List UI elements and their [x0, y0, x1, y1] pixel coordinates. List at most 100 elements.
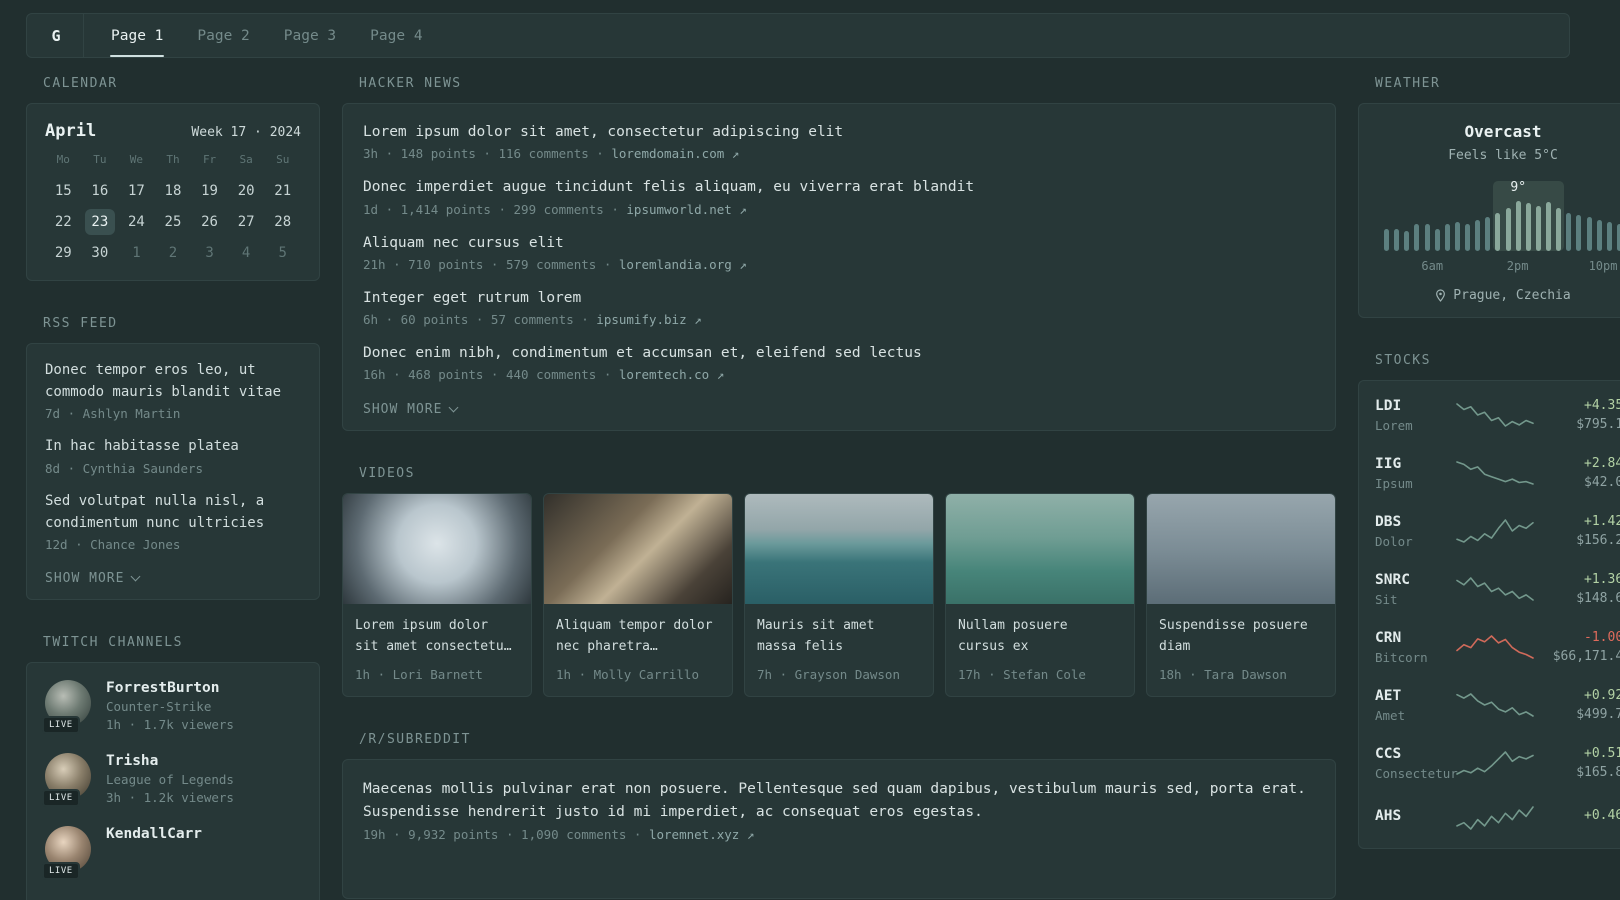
twitch-channel[interactable]: LIVE Trisha League of Legends 3h · 1.2k …: [42, 753, 301, 808]
weather-bar: [1404, 231, 1410, 251]
stock-sparkline: [1455, 401, 1535, 429]
hn-item-meta: 16h · 468 points · 440 comments · loremt…: [363, 367, 1315, 382]
app-logo[interactable]: G: [39, 14, 73, 57]
calendar-day: 26: [201, 214, 218, 230]
video-title[interactable]: Aliquam tempor dolor nec pharetra…: [556, 616, 720, 658]
rss-item-title[interactable]: Donec tempor eros leo, ut commodo mauris…: [45, 360, 301, 403]
weather-bar: [1444, 224, 1450, 251]
video-card[interactable]: Aliquam tempor dolor nec pharetra… 1h · …: [543, 493, 733, 698]
video-card[interactable]: Mauris sit amet massa felis 7h · Grayson…: [744, 493, 934, 698]
video-title[interactable]: Lorem ipsum dolor sit amet consectetu…: [355, 616, 519, 658]
rss-item: In hac habitasse platea 8d · Cynthia Sau…: [45, 436, 301, 476]
hn-item-title[interactable]: Donec enim nibh, condimentum et accumsan…: [363, 343, 1315, 363]
calendar-day: 18: [164, 183, 182, 199]
channel-meta: 1h · 1.7k viewers: [106, 717, 234, 733]
stock-price: $795.18: [1576, 417, 1620, 432]
tab-page-1[interactable]: Page 1: [94, 14, 180, 57]
stock-symbol: AET: [1375, 687, 1402, 704]
video-title[interactable]: Nullam posuere cursus ex: [958, 616, 1122, 658]
external-link-icon: ↗: [739, 201, 747, 217]
stock-row[interactable]: DBS Dolor +1.42% $156.28: [1359, 502, 1620, 560]
video-thumbnail[interactable]: [745, 494, 933, 605]
calendar-day: 2: [168, 245, 178, 261]
hn-show-more-button[interactable]: SHOW MORE: [363, 402, 459, 418]
calendar-day: 5: [278, 245, 287, 261]
videos-widget: VIDEOS Lorem ipsum dolor sit amet consec…: [342, 466, 1336, 698]
stock-row[interactable]: CRN Bitcorn -1.00% $66,171.48: [1359, 618, 1620, 676]
channel-name[interactable]: ForrestBurton: [106, 680, 234, 696]
hn-item-domain[interactable]: loremdomain.com ↗: [611, 146, 739, 161]
weather-bar: [1566, 213, 1572, 251]
subreddit-post-title[interactable]: Maecenas mollis pulvinar erat non posuer…: [363, 778, 1315, 823]
weather-bar: [1485, 217, 1491, 251]
hn-item-domain[interactable]: ipsumworld.net ↗: [626, 202, 746, 217]
hn-show-more-label: SHOW MORE: [363, 402, 443, 418]
stock-row[interactable]: SNRC Sit +1.36% $148.64: [1359, 560, 1620, 618]
weather-bar: [1606, 222, 1612, 251]
stock-row[interactable]: AET Amet +0.92% $499.72: [1359, 676, 1620, 734]
stock-price: $499.72: [1576, 707, 1620, 722]
weather-condition: Overcast: [1464, 122, 1542, 141]
middle-column: HACKER NEWS Lorem ipsum dolor sit amet, …: [342, 76, 1336, 900]
subreddit-widget: /R/SUBREDDIT Maecenas mollis pulvinar er…: [342, 732, 1336, 900]
calendar-day: 17: [127, 183, 145, 199]
stock-symbol: CCS: [1375, 745, 1402, 762]
calendar-grid: Mo Tu We Th Fr Sa Su 15 16 17 18 19 20 2…: [45, 153, 301, 266]
video-thumbnail[interactable]: [544, 494, 732, 605]
calendar-day: 30: [91, 245, 109, 261]
video-card[interactable]: Lorem ipsum dolor sit amet consectetu… 1…: [342, 493, 532, 698]
twitch-channel[interactable]: LIVE ForrestBurton Counter-Strike 1h · 1…: [42, 680, 301, 735]
video-thumbnail[interactable]: [343, 494, 531, 605]
external-link-icon: ↗: [746, 827, 755, 843]
calendar-day-header: Th: [166, 153, 180, 166]
stocks-card: LDI Lorem +4.35% $795.18 IIG Ipsum: [1358, 380, 1620, 849]
twitch-channel-info: Trisha League of Legends 3h · 1.2k viewe…: [106, 753, 234, 805]
hn-item-domain[interactable]: ipsumify.biz ↗: [596, 312, 701, 327]
rss-item-title[interactable]: In hac habitasse platea: [45, 436, 301, 458]
tab-page-4[interactable]: Page 4: [353, 14, 439, 57]
hn-item-title[interactable]: Lorem ipsum dolor sit amet, consectetur …: [363, 122, 1315, 142]
hn-item-domain[interactable]: loremtech.co ↗: [619, 367, 724, 382]
subreddit-post-domain[interactable]: loremnet.xyz ↗: [649, 827, 754, 842]
video-thumbnail[interactable]: [946, 494, 1134, 605]
video-title[interactable]: Suspendisse posuere diam: [1159, 616, 1323, 658]
video-card[interactable]: Nullam posuere cursus ex 17h · Stefan Co…: [945, 493, 1135, 698]
external-link-icon: ↗: [739, 256, 747, 272]
calendar-header: April Week 17 · 2024: [45, 121, 301, 141]
stock-values: +0.51% $165.84: [1535, 746, 1620, 780]
weather-time-label: 6am: [1421, 259, 1444, 273]
channel-name[interactable]: KendallCarr: [106, 826, 202, 842]
rss-item-meta: 7d · Ashlyn Martin: [45, 406, 181, 422]
rss-item-title[interactable]: Sed volutpat nulla nisl, a condimentum n…: [45, 491, 301, 534]
tab-page-3[interactable]: Page 3: [267, 14, 353, 57]
stocks-section-label: STOCKS: [1375, 353, 1431, 368]
video-card[interactable]: Suspendisse posuere diam 18h · Tara Daws…: [1146, 493, 1336, 698]
calendar-day: 22: [54, 214, 72, 230]
hn-item-title[interactable]: Donec imperdiet augue tincidunt felis al…: [363, 177, 1315, 197]
stock-row[interactable]: IIG Ipsum +2.84% $42.04: [1359, 444, 1620, 502]
stock-values: +4.35% $795.18: [1535, 398, 1620, 432]
calendar-day-header: Mo: [56, 153, 70, 166]
calendar-day: 19: [201, 183, 218, 199]
weather-bar: [1454, 222, 1460, 251]
hn-item-title[interactable]: Aliquam nec cursus elit: [363, 233, 1315, 253]
external-link-icon: ↗: [694, 312, 702, 328]
external-link-icon: ↗: [731, 146, 740, 162]
hn-item-domain[interactable]: loremlandia.org ↗: [619, 257, 747, 272]
twitch-channel[interactable]: LIVE KendallCarr: [42, 826, 301, 881]
rss-item-meta: 12d · Chance Jones: [45, 537, 181, 553]
channel-name[interactable]: Trisha: [106, 753, 234, 769]
stock-row[interactable]: LDI Lorem +4.35% $795.18: [1359, 386, 1620, 444]
tab-page-2[interactable]: Page 2: [180, 14, 266, 57]
video-thumbnail[interactable]: [1147, 494, 1335, 605]
stock-row[interactable]: AHS +0.46%: [1359, 792, 1620, 843]
video-meta: 7h · Grayson Dawson: [757, 667, 900, 683]
hn-item-title[interactable]: Integer eget rutrum lorem: [363, 288, 1315, 308]
rss-show-more-button[interactable]: SHOW MORE: [45, 571, 141, 586]
stock-row[interactable]: CCS Consectetur +0.51% $165.84: [1359, 734, 1620, 792]
twitch-channel-info: ForrestBurton Counter-Strike 1h · 1.7k v…: [106, 680, 234, 732]
video-title[interactable]: Mauris sit amet massa felis: [757, 616, 921, 658]
stock-price: $156.28: [1576, 533, 1620, 548]
calendar-week-meta: Week 17 · 2024: [191, 125, 301, 140]
weather-bar: [1424, 224, 1430, 251]
